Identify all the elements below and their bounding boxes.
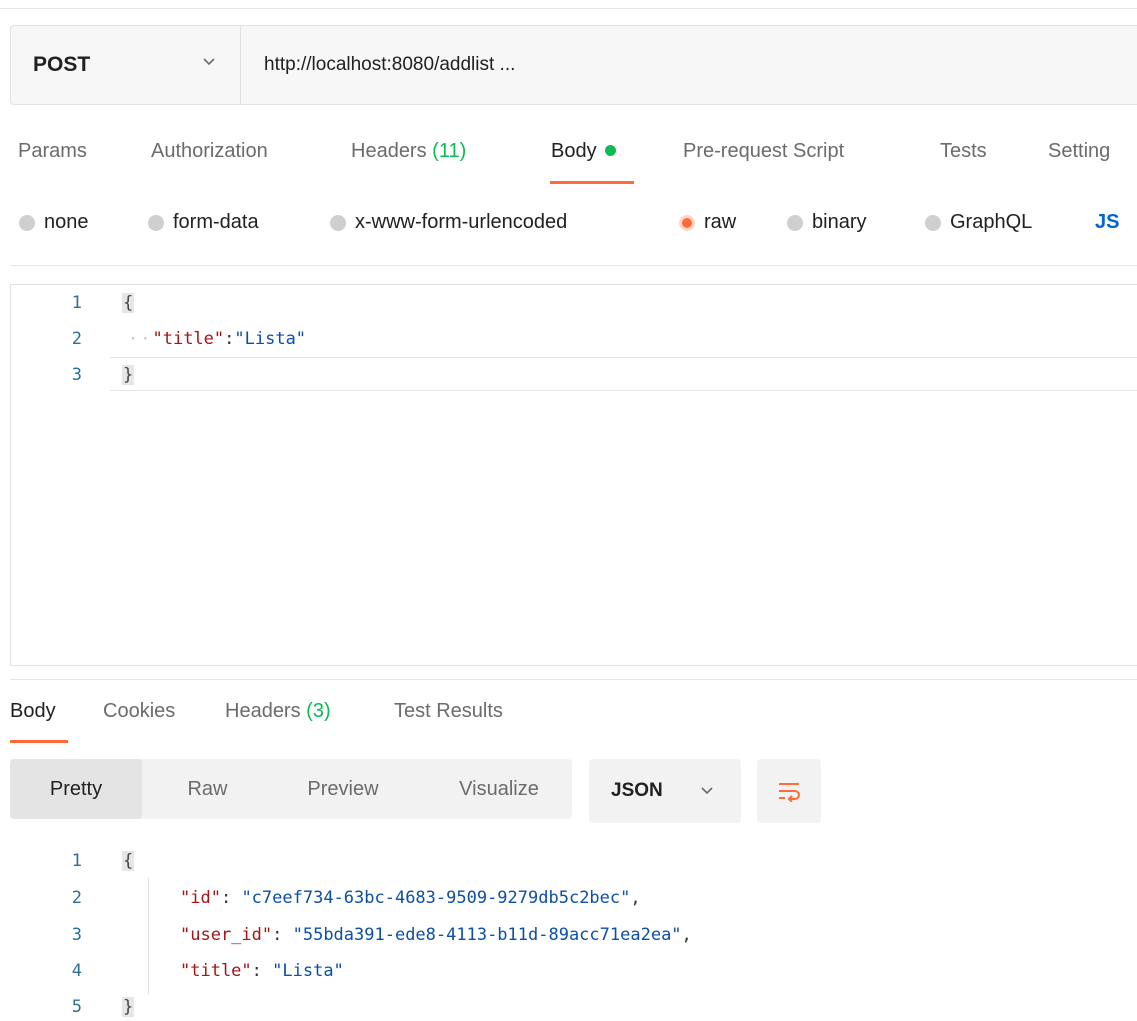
radio-raw-label: raw [704, 211, 737, 233]
method-label: POST [33, 53, 91, 76]
tab-pre-request-script[interactable]: Pre-request Script [683, 140, 844, 163]
line-number: 1 [71, 293, 82, 313]
wrap-lines-button[interactable] [757, 759, 821, 823]
response-line-4: "title": "Lista" [180, 961, 344, 981]
json-comma: , [681, 925, 692, 945]
url-text: http://localhost:8080/addlist ... [264, 54, 516, 75]
section-divider [10, 265, 1137, 266]
body-modified-indicator [604, 145, 616, 157]
response-line-5: } [122, 997, 135, 1017]
radio-binary-label: binary [812, 211, 867, 233]
response-tab-test-results[interactable]: Test Results [394, 700, 503, 723]
response-view-switcher: Pretty Raw Preview Visualize [10, 759, 572, 819]
radio-circle [925, 214, 941, 231]
radio-urlencoded-label: x-www-form-urlencoded [355, 211, 568, 233]
radio-none[interactable]: none [19, 211, 89, 234]
radio-graphql[interactable]: GraphQL [925, 211, 1032, 234]
tab-settings[interactable]: Setting [1048, 140, 1110, 163]
response-line-3: "user_id": "55bda391-ede8-4113-b11d-89ac… [180, 925, 692, 945]
indent-whitespace: ·· [128, 329, 153, 349]
tab-authorization[interactable]: Authorization [151, 140, 268, 163]
radio-circle [19, 214, 35, 231]
code-line-3: } [122, 365, 135, 385]
response-divider [10, 679, 1137, 680]
tab-headers-label: Headers [351, 140, 427, 162]
json-colon: : [251, 961, 273, 981]
json-colon: : [224, 329, 235, 349]
chevron-down-icon [203, 58, 215, 66]
raw-format-dropdown[interactable]: JS [1095, 211, 1119, 234]
radio-circle-selected [679, 214, 695, 231]
json-colon: : [272, 925, 293, 945]
line-number: 5 [71, 997, 82, 1017]
json-key: "id" [180, 888, 221, 908]
response-line-1: { [122, 851, 135, 871]
view-pretty-button[interactable]: Pretty [10, 759, 142, 819]
tab-body[interactable]: Body [551, 140, 616, 163]
radio-none-label: none [44, 211, 89, 233]
radio-graphql-label: GraphQL [950, 211, 1033, 233]
line-number: 2 [71, 888, 82, 908]
indent-guide [148, 878, 149, 994]
radio-circle [148, 214, 164, 231]
radio-binary[interactable]: binary [787, 211, 866, 234]
response-tab-cookies[interactable]: Cookies [103, 700, 175, 723]
view-raw-button[interactable]: Raw [155, 759, 260, 819]
code-line-2: ··"title":"Lista" [128, 329, 306, 349]
json-value: "Lista" [272, 961, 344, 981]
line-number: 1 [71, 851, 82, 871]
open-brace: { [122, 293, 135, 313]
view-preview-button[interactable]: Preview [272, 759, 414, 819]
url-input[interactable]: http://localhost:8080/addlist ... [264, 26, 515, 104]
code-line-1: { [122, 293, 135, 313]
response-line-2: "id": "c7eef734-63bc-4683-9509-9279db5c2… [180, 888, 641, 908]
response-tab-headers[interactable]: Headers (3) [225, 700, 331, 723]
json-key: "user_id" [180, 925, 273, 945]
json-value: "c7eef734-63bc-4683-9509-9279db5c2bec" [241, 888, 631, 908]
line-number: 3 [71, 925, 82, 945]
chevron-down-icon [701, 787, 713, 795]
radio-form-data[interactable]: form-data [148, 211, 259, 234]
radio-circle [330, 214, 346, 231]
open-brace: { [122, 851, 135, 871]
method-select[interactable]: POST [11, 26, 241, 104]
line-number: 2 [71, 329, 82, 349]
json-value: "Lista" [234, 329, 307, 349]
response-format-dropdown[interactable]: JSON [589, 759, 741, 823]
json-colon: : [220, 888, 242, 908]
json-comma: , [630, 888, 641, 908]
top-divider [0, 8, 1137, 9]
radio-form-data-label: form-data [173, 211, 259, 233]
response-tab-body[interactable]: Body [10, 700, 56, 723]
radio-raw[interactable]: raw [679, 211, 736, 234]
response-tab-headers-label: Headers [225, 700, 301, 722]
line-number: 3 [71, 365, 82, 385]
radio-urlencoded[interactable]: x-www-form-urlencoded [330, 211, 567, 234]
close-brace: } [122, 365, 135, 385]
close-brace: } [122, 997, 135, 1017]
headers-count: (11) [432, 140, 467, 162]
active-line-highlight [110, 357, 1137, 391]
view-visualize-button[interactable]: Visualize [426, 759, 572, 819]
json-value: "55bda391-ede8-4113-b11d-89acc71ea2ea" [292, 925, 682, 945]
line-number: 4 [71, 961, 82, 981]
tab-headers[interactable]: Headers (11) [351, 140, 466, 163]
json-key: "title" [180, 961, 252, 981]
response-headers-count: (3) [306, 700, 331, 722]
radio-circle [787, 214, 803, 231]
tab-params[interactable]: Params [18, 140, 87, 163]
response-format-label: JSON [611, 780, 663, 801]
json-key: "title" [152, 329, 225, 349]
wrap-lines-icon [779, 783, 800, 802]
active-tab-underline [550, 181, 634, 184]
request-bar: POST http://localhost:8080/addlist ... [10, 25, 1137, 105]
tab-body-label: Body [551, 140, 597, 162]
response-active-underline [10, 740, 68, 743]
tab-tests[interactable]: Tests [940, 140, 987, 163]
